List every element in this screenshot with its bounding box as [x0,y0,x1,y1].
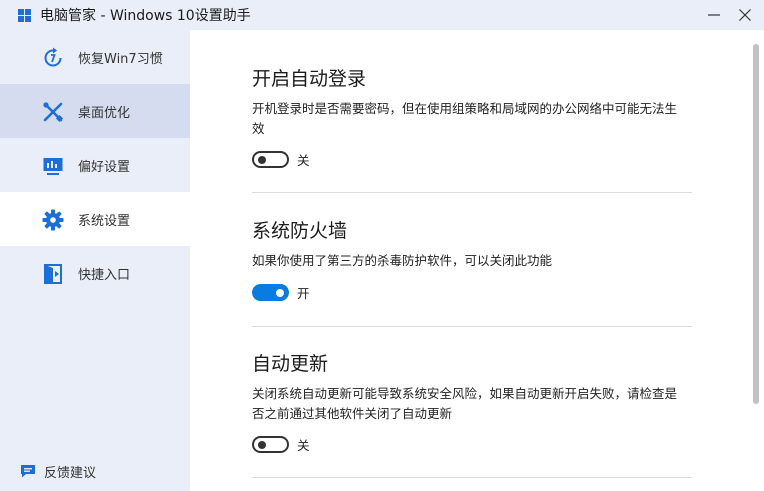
section-divider [252,326,692,327]
setting-description: 关闭系统自动更新可能导致系统安全风险，如果自动更新开启失败，请检查是否之前通过其… [252,386,678,421]
sidebar-item-label: 恢复Win7习惯 [78,52,163,67]
toggle-knob [258,440,266,449]
sidebar-item-quick-entry[interactable]: 快捷入口 [0,246,190,300]
sidebar-item-restore-win7[interactable]: 恢复Win7习惯 [0,30,190,84]
chat-bubble-icon [21,465,35,478]
toggle-state-label: 开 [297,286,310,301]
window-title: 电脑管家 - Windows 10设置助手 [40,8,251,24]
minimize-icon [708,14,720,16]
setting-auto-login: 开启自动登录 开机登录时是否需要密码，但在使用组策略和局域网的办公网络中可能无法… [252,64,692,168]
sidebar-item-system-settings[interactable]: 系统设置 [0,192,190,246]
scrollbar-thumb[interactable] [753,44,759,404]
monitor-icon [42,155,64,177]
settings-panel: 开启自动登录 开机登录时是否需要密码，但在使用组策略和局域网的办公网络中可能无法… [190,30,764,491]
vertical-scrollbar[interactable] [752,38,760,491]
toggle-row: 关 [252,150,310,169]
setting-description: 如果你使用了第三方的杀毒防护软件，可以关闭此功能 [252,253,553,268]
setting-title: 开启自动登录 [252,68,367,90]
feedback-label: 反馈建议 [44,465,97,481]
close-icon [739,9,751,21]
setting-description: 开机登录时是否需要密码，但在使用组策略和局域网的办公网络中可能无法生效 [252,101,678,136]
auto-login-toggle[interactable] [252,151,289,168]
sidebar-item-desktop-optimize[interactable]: 桌面优化 [0,84,190,138]
setting-title: 系统防火墙 [252,220,348,242]
sidebar: 恢复Win7习惯 桌面优化 偏好设置 系统设置 快捷入口 反馈建议 [0,30,190,491]
entry-door-icon [42,263,64,285]
setting-firewall: 系统防火墙 如果你使用了第三方的杀毒防护软件，可以关闭此功能 开 [252,216,692,301]
toggle-row: 开 [252,283,310,302]
gear-icon [42,209,64,231]
sidebar-item-label: 系统设置 [78,214,131,229]
title-bar: 电脑管家 - Windows 10设置助手 [0,0,764,30]
toggle-knob [276,288,284,297]
section-divider [252,477,692,478]
auto-update-toggle[interactable] [252,436,289,453]
firewall-toggle[interactable] [252,284,289,301]
sidebar-item-preferences[interactable]: 偏好设置 [0,138,190,192]
minimize-button[interactable] [700,2,728,28]
setting-auto-update: 自动更新 关闭系统自动更新可能导致系统安全风险，如果自动更新开启失败，请检查是否… [252,349,692,453]
tools-cross-icon [42,101,64,123]
toggle-state-label: 关 [297,438,310,453]
section-divider [252,192,692,193]
windows-logo-icon [18,9,31,22]
feedback-link[interactable]: 反馈建议 [20,460,96,482]
sidebar-item-label: 桌面优化 [78,106,131,121]
toggle-state-label: 关 [297,153,310,168]
toggle-row: 关 [252,435,310,454]
close-button[interactable] [731,2,759,28]
setting-title: 自动更新 [252,353,329,375]
sidebar-item-label: 偏好设置 [78,160,131,175]
restore-clock-icon [42,47,64,69]
sidebar-item-label: 快捷入口 [78,268,131,283]
toggle-knob [258,155,266,164]
